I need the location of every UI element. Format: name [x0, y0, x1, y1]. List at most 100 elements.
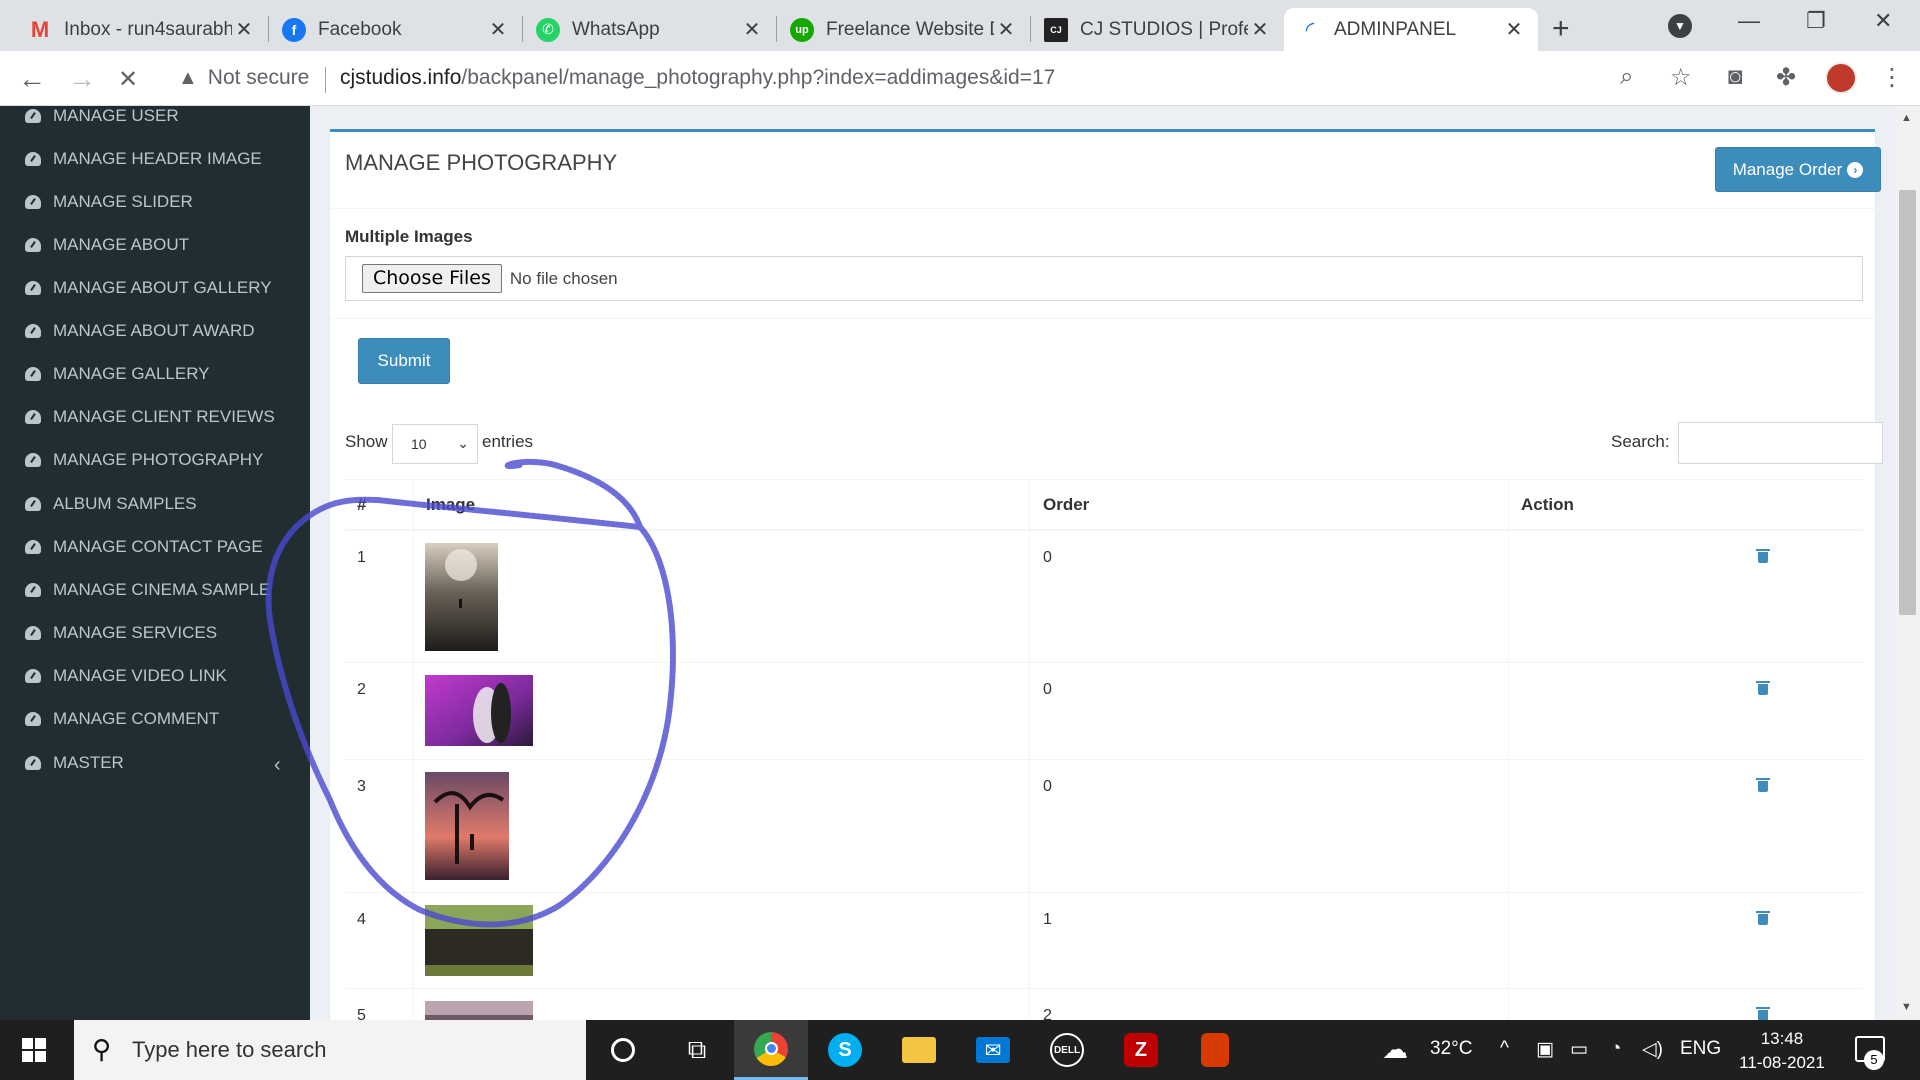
tab-upwork[interactable]: up Freelance Website D ✕ — [776, 8, 1031, 51]
security-indicator[interactable]: ▲ Not secure — [178, 66, 309, 90]
trash-icon[interactable] — [1756, 778, 1770, 793]
stop-loading-icon[interactable]: ✕ — [118, 65, 138, 94]
photo-thumbnail[interactable] — [425, 772, 509, 880]
dell-icon[interactable]: DELL — [1030, 1020, 1104, 1080]
extension-icon[interactable]: ◙ — [1728, 63, 1743, 91]
sidebar-item-manage-cinema-sample[interactable]: MANAGE CINEMA SAMPLE — [24, 580, 270, 600]
sidebar-item-manage-gallery[interactable]: MANAGE GALLERY — [24, 364, 210, 384]
column-header-number[interactable]: # — [357, 495, 366, 515]
chrome-icon[interactable] — [734, 1020, 808, 1080]
office-icon[interactable] — [1178, 1020, 1252, 1080]
volume-icon[interactable]: ◁) — [1642, 1038, 1663, 1061]
taskbar-search-input[interactable]: ⚲ Type here to search — [74, 1020, 586, 1080]
sidebar-item-manage-video-link[interactable]: MANAGE VIDEO LINK — [24, 666, 227, 686]
tab-title: Facebook — [318, 18, 402, 40]
close-icon[interactable]: ✕ — [1248, 17, 1272, 42]
clock[interactable]: 13:48 11-08-2021 — [1730, 1027, 1834, 1075]
choose-files-button[interactable]: Choose Files — [362, 264, 502, 293]
photography-panel: MANAGE PHOTOGRAPHY Manage Order › Multip… — [330, 129, 1883, 1020]
scroll-up-icon[interactable]: ▲ — [1901, 112, 1912, 124]
weather-temp[interactable]: 32°C — [1430, 1038, 1472, 1060]
submit-button[interactable]: Submit — [358, 338, 450, 384]
tab-whatsapp[interactable]: ✆ WhatsApp ✕ — [522, 8, 777, 51]
new-tab-button[interactable]: + — [1552, 12, 1570, 46]
photo-thumbnail[interactable] — [425, 675, 533, 746]
tab-search-icon[interactable]: ▼ — [1668, 14, 1692, 38]
warning-icon: ▲ — [178, 66, 198, 89]
page-scrollbar[interactable]: ▲ ▼ — [1895, 106, 1920, 1020]
sidebar-item-manage-photography[interactable]: MANAGE PHOTOGRAPHY — [24, 450, 263, 470]
sidebar-item-manage-comment[interactable]: MANAGE COMMENT — [24, 709, 219, 729]
page-size-select[interactable]: 10 ⌄ — [392, 424, 478, 464]
forward-icon[interactable]: → — [68, 63, 96, 95]
tab-title: Freelance Website D — [826, 18, 994, 40]
photo-thumbnail[interactable] — [425, 543, 498, 651]
sidebar-item-manage-header-image[interactable]: MANAGE HEADER IMAGE — [24, 149, 262, 169]
sidebar-item-label: ALBUM SAMPLES — [53, 494, 197, 513]
back-icon[interactable]: ← — [18, 63, 46, 95]
manage-order-button[interactable]: Manage Order › — [1715, 147, 1881, 192]
sidebar-item-manage-client-reviews[interactable]: MANAGE CLIENT REVIEWS — [24, 407, 275, 427]
chevron-up-icon[interactable]: ^ — [1500, 1038, 1509, 1060]
meet-now-icon[interactable]: ▣ — [1536, 1038, 1554, 1061]
scroll-down-icon[interactable]: ▼ — [1901, 1001, 1912, 1013]
manage-order-label: Manage Order — [1732, 159, 1843, 179]
column-header-action[interactable]: Action — [1521, 495, 1574, 515]
minimize-icon[interactable]: — — [1738, 8, 1760, 34]
trash-icon[interactable] — [1756, 1007, 1770, 1020]
photo-thumbnail[interactable] — [425, 905, 533, 976]
close-icon[interactable]: ✕ — [1502, 17, 1526, 42]
sidebar-item-master[interactable]: MASTER — [24, 753, 124, 773]
file-input[interactable]: Choose Files No file chosen — [345, 256, 1863, 301]
tab-cjstudios[interactable]: CJ CJ STUDIOS | Profes ✕ — [1030, 8, 1284, 51]
sidebar-item-manage-about[interactable]: MANAGE ABOUT — [24, 235, 189, 255]
row-number: 3 — [357, 778, 366, 795]
task-view-icon[interactable]: ⧉ — [660, 1020, 734, 1080]
tab-adminpanel[interactable]: ◜ ADMINPANEL ✕ — [1284, 8, 1538, 51]
trash-icon[interactable] — [1756, 911, 1770, 926]
column-header-order[interactable]: Order — [1043, 495, 1089, 515]
sidebar-item-manage-services[interactable]: MANAGE SERVICES — [24, 623, 217, 643]
sidebar-item-manage-about-award[interactable]: MANAGE ABOUT AWARD — [24, 321, 255, 341]
trash-icon[interactable] — [1756, 681, 1770, 696]
whatsapp-icon: ✆ — [536, 17, 560, 42]
language-indicator[interactable]: ENG — [1680, 1038, 1721, 1060]
bookmark-star-icon[interactable]: ☆ — [1670, 63, 1692, 92]
kebab-menu-icon[interactable]: ⋮ — [1880, 63, 1904, 92]
skype-icon[interactable]: S — [808, 1020, 882, 1080]
zoom-icon[interactable]: ⌕ — [1620, 63, 1633, 91]
file-explorer-icon[interactable] — [882, 1020, 956, 1080]
battery-icon[interactable]: ▭ — [1570, 1038, 1588, 1061]
close-icon[interactable]: ✕ — [994, 17, 1018, 42]
close-icon[interactable]: ✕ — [486, 17, 510, 42]
sidebar-item-album-samples[interactable]: ALBUM SAMPLES — [24, 494, 197, 514]
trash-icon[interactable] — [1756, 549, 1770, 564]
close-icon[interactable]: ✕ — [740, 17, 764, 42]
window-close-icon[interactable]: ✕ — [1874, 8, 1892, 34]
sidebar-item-label: MASTER — [53, 753, 124, 772]
cortana-icon[interactable] — [586, 1020, 660, 1080]
tab-facebook[interactable]: f Facebook ✕ — [268, 8, 523, 51]
close-icon[interactable]: ✕ — [232, 17, 256, 42]
search-input[interactable] — [1678, 422, 1883, 464]
tab-title: Inbox - run4saurabh — [64, 18, 232, 40]
tab-gmail[interactable]: M Inbox - run4saurabh ✕ — [14, 8, 269, 51]
wifi-icon[interactable]: ◔ — [1610, 1038, 1621, 1060]
mail-icon[interactable]: ✉ — [956, 1020, 1030, 1080]
puzzle-icon[interactable]: ✤ — [1776, 63, 1796, 92]
address-bar[interactable]: cjstudios.info/backpanel/manage_photogra… — [340, 66, 1055, 90]
photo-thumbnail[interactable] — [425, 1001, 533, 1020]
chevron-left-icon[interactable]: ‹ — [274, 754, 281, 777]
windows-start-icon[interactable] — [22, 1038, 46, 1062]
sidebar-item-manage-slider[interactable]: MANAGE SLIDER — [24, 192, 193, 212]
scroll-thumb[interactable] — [1899, 190, 1916, 615]
sidebar-item-label: MANAGE VIDEO LINK — [53, 666, 227, 685]
weather-cloud-icon[interactable]: ☁ — [1382, 1034, 1408, 1065]
sidebar-item-manage-about-gallery[interactable]: MANAGE ABOUT GALLERY — [24, 278, 272, 298]
restore-icon[interactable]: ❐ — [1806, 8, 1826, 34]
sidebar-item-manage-contact-page[interactable]: MANAGE CONTACT PAGE — [24, 537, 263, 557]
avatar[interactable] — [1825, 62, 1857, 94]
filezilla-icon[interactable]: Z — [1104, 1020, 1178, 1080]
column-header-image[interactable]: Image — [426, 495, 475, 515]
sidebar-item-manage-user[interactable]: MANAGE USER — [24, 106, 179, 126]
